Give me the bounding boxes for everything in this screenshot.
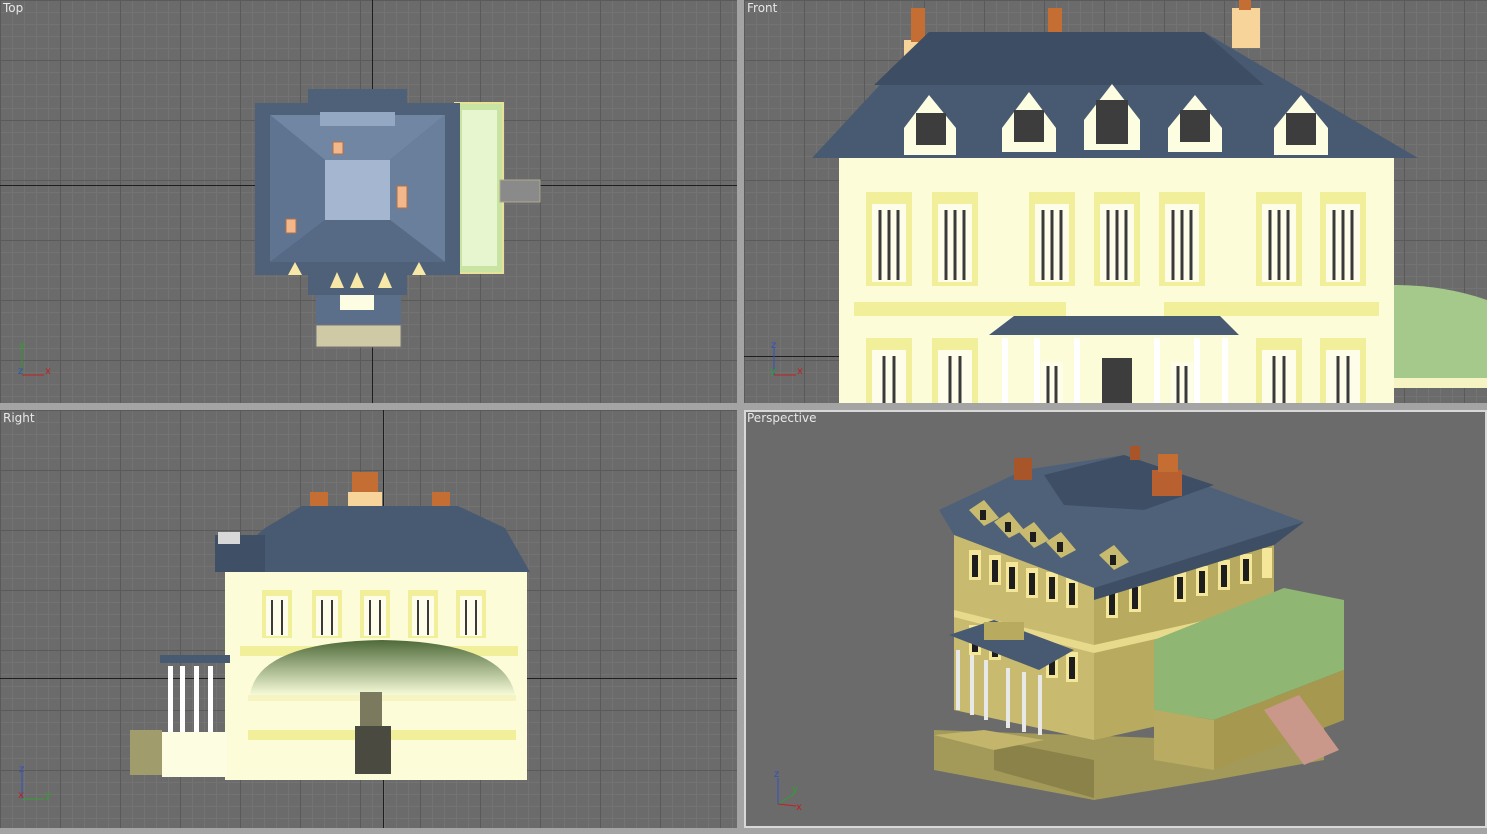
top-view-house-model[interactable] — [0, 0, 737, 403]
axis-label-x: x — [796, 802, 802, 813]
axis-label-x: x — [18, 790, 24, 801]
viewport-label-right[interactable]: Right — [3, 411, 35, 425]
viewport-right[interactable]: Right z x y — [0, 410, 737, 828]
axis-label-x: x — [797, 366, 803, 377]
axis-label-z: z — [19, 764, 24, 775]
viewport-label-front[interactable]: Front — [747, 1, 777, 15]
axis-label-y: y — [45, 790, 51, 801]
axis-tripod-icon: z x y — [18, 764, 51, 801]
viewport-perspective[interactable]: Perspective z y x — [744, 410, 1487, 828]
viewport-splitter-horizontal[interactable] — [0, 403, 1487, 410]
axis-label-y: y — [770, 366, 776, 377]
axis-label-x: x — [45, 366, 51, 377]
viewport-front[interactable]: Front z y x — [744, 0, 1487, 403]
axis-tripod-icon: z y x — [770, 340, 803, 377]
viewport-top[interactable]: Top y z x — [0, 0, 737, 403]
axis-label-z: z — [771, 340, 776, 351]
axis-label-y: y — [19, 340, 25, 351]
viewport-label-perspective[interactable]: Perspective — [747, 411, 817, 425]
viewport-frame-bottom — [0, 828, 1487, 834]
axis-label-z: z — [774, 769, 779, 780]
perspective-view-house-model[interactable] — [744, 410, 1487, 828]
right-view-house-model[interactable] — [0, 410, 737, 828]
viewport-splitter-vertical[interactable] — [737, 0, 744, 834]
axis-label-z: z — [18, 366, 23, 377]
viewport-label-top[interactable]: Top — [3, 1, 23, 15]
front-view-house-model[interactable] — [744, 0, 1487, 403]
axis-tripod-icon: y z x — [18, 340, 51, 377]
axis-label-y: y — [792, 784, 798, 795]
axis-tripod-icon: z y x — [774, 769, 802, 813]
